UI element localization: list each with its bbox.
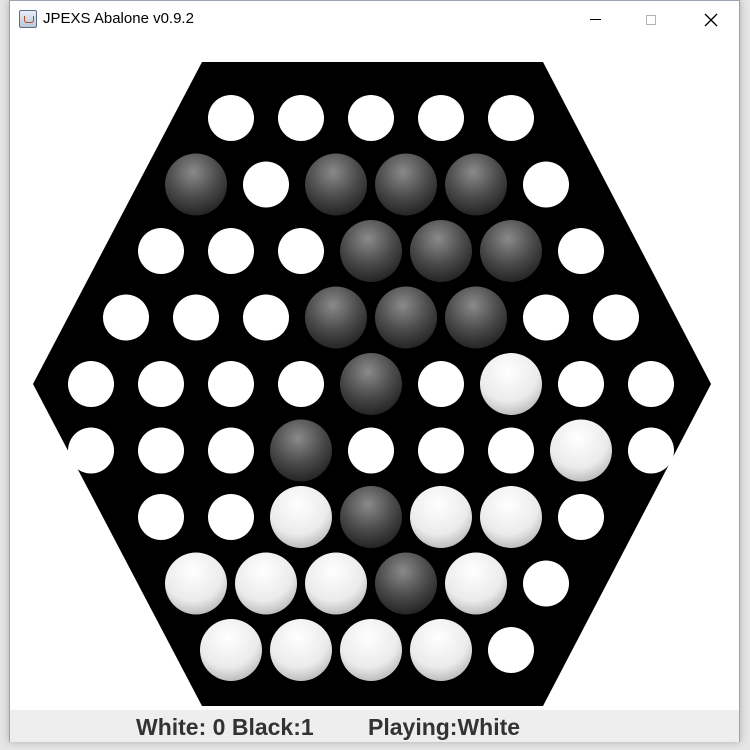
minimize-button[interactable] — [572, 1, 618, 38]
status-bar: White: 0 Black:1 Playing:White — [10, 710, 739, 742]
black-marble[interactable] — [340, 220, 402, 282]
empty-hole[interactable] — [418, 95, 464, 141]
white-label: White: — [136, 714, 207, 740]
white-marble[interactable] — [480, 486, 542, 548]
empty-hole[interactable] — [523, 294, 569, 341]
empty-hole[interactable] — [208, 361, 254, 407]
empty-hole[interactable] — [593, 294, 639, 341]
empty-hole[interactable] — [523, 161, 569, 208]
empty-hole[interactable] — [138, 494, 184, 540]
black-marble[interactable] — [270, 419, 332, 482]
black-score: 1 — [300, 714, 314, 740]
abalone-board[interactable] — [10, 38, 739, 710]
empty-hole[interactable] — [103, 294, 149, 341]
empty-hole[interactable] — [628, 361, 674, 407]
black-marble[interactable] — [305, 153, 367, 216]
white-marble[interactable] — [165, 552, 227, 615]
game-area: White: 0 Black:1 Playing:White — [10, 38, 739, 742]
score-display: White: 0 Black:1 — [136, 714, 314, 741]
empty-hole[interactable] — [68, 361, 114, 407]
empty-hole[interactable] — [558, 494, 604, 540]
white-marble[interactable] — [270, 486, 332, 548]
black-label: Black: — [231, 714, 301, 740]
empty-hole[interactable] — [68, 427, 114, 474]
black-marble[interactable] — [340, 486, 402, 548]
empty-hole[interactable] — [138, 228, 184, 274]
empty-hole[interactable] — [348, 95, 394, 141]
close-icon — [704, 13, 718, 26]
black-marble[interactable] — [445, 286, 507, 349]
black-marble[interactable] — [305, 286, 367, 349]
white-marble[interactable] — [445, 552, 507, 615]
empty-hole[interactable] — [208, 494, 254, 540]
white-marble[interactable] — [235, 552, 297, 615]
white-marble[interactable] — [550, 419, 612, 482]
black-marble[interactable] — [375, 153, 437, 216]
black-marble[interactable] — [165, 153, 227, 216]
maximize-icon — [646, 14, 656, 25]
empty-hole[interactable] — [523, 560, 569, 607]
black-marble[interactable] — [375, 286, 437, 349]
title-bar[interactable]: JPEXS Abalone v0.9.2 — [10, 1, 739, 38]
black-marble[interactable] — [445, 153, 507, 216]
empty-hole[interactable] — [278, 95, 324, 141]
close-button[interactable] — [688, 1, 734, 38]
empty-hole[interactable] — [208, 427, 254, 474]
empty-hole[interactable] — [208, 95, 254, 141]
white-marble[interactable] — [410, 619, 472, 681]
empty-hole[interactable] — [558, 361, 604, 407]
turn-indicator: Playing:White — [368, 714, 520, 741]
white-marble[interactable] — [200, 619, 262, 681]
white-marble[interactable] — [305, 552, 367, 615]
white-marble[interactable] — [480, 353, 542, 415]
black-marble[interactable] — [340, 353, 402, 415]
empty-hole[interactable] — [138, 427, 184, 474]
empty-hole[interactable] — [243, 161, 289, 208]
white-marble[interactable] — [340, 619, 402, 681]
minimize-icon — [589, 19, 601, 20]
empty-hole[interactable] — [488, 627, 534, 673]
empty-hole[interactable] — [348, 427, 394, 474]
white-score: 0 — [212, 714, 226, 740]
empty-hole[interactable] — [418, 361, 464, 407]
empty-hole[interactable] — [208, 228, 254, 274]
white-marble[interactable] — [410, 486, 472, 548]
empty-hole[interactable] — [138, 361, 184, 407]
java-app-icon[interactable] — [19, 10, 37, 28]
playing-label: Playing: — [368, 714, 458, 740]
app-window: JPEXS Abalone v0.9.2 White: 0 Black:1 Pl… — [9, 0, 740, 742]
empty-hole[interactable] — [243, 294, 289, 341]
black-marble[interactable] — [375, 552, 437, 615]
empty-hole[interactable] — [173, 294, 219, 341]
empty-hole[interactable] — [278, 361, 324, 407]
window-title: JPEXS Abalone v0.9.2 — [43, 10, 194, 27]
empty-hole[interactable] — [418, 427, 464, 474]
white-marble[interactable] — [270, 619, 332, 681]
empty-hole[interactable] — [278, 228, 324, 274]
maximize-button[interactable] — [628, 1, 674, 38]
playing-value: White — [457, 714, 521, 740]
black-marble[interactable] — [480, 220, 542, 282]
empty-hole[interactable] — [558, 228, 604, 274]
empty-hole[interactable] — [488, 427, 534, 474]
empty-hole[interactable] — [628, 427, 674, 474]
empty-hole[interactable] — [488, 95, 534, 141]
black-marble[interactable] — [410, 220, 472, 282]
